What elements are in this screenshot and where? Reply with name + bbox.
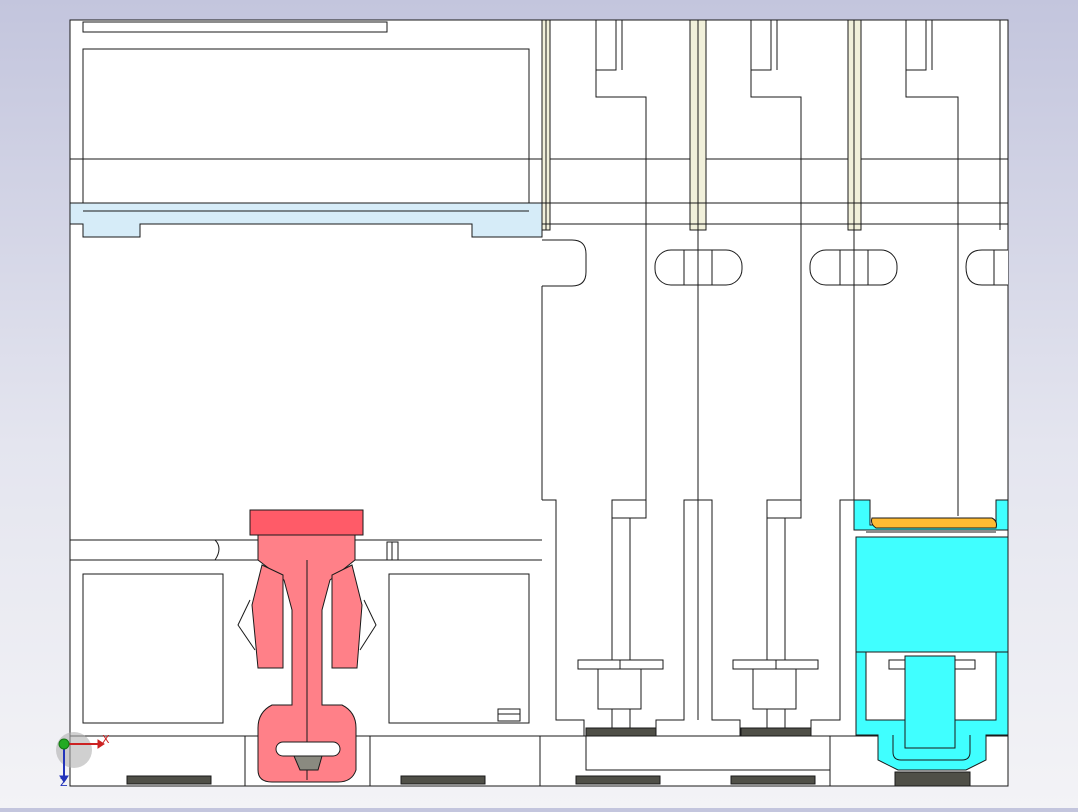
triad-x-label: X — [102, 733, 110, 746]
cad-viewport[interactable]: X Z — [0, 0, 1078, 808]
left-lower-chamber — [82, 573, 224, 724]
base-slot-1 — [126, 775, 212, 785]
cyan-plunger — [904, 655, 956, 749]
base-slot-2 — [400, 775, 486, 785]
module-1-pocket — [542, 239, 587, 287]
orange-contact-plate — [871, 517, 997, 529]
module-1-foot — [597, 668, 642, 710]
top-label-strip — [82, 21, 388, 33]
base-slot-6 — [740, 727, 812, 737]
module-2-foot — [752, 668, 797, 710]
triad-origin-shadow — [56, 732, 92, 768]
cyan-side-tab-right — [954, 659, 976, 670]
center-lower-chamber — [388, 573, 530, 724]
top-window-panel — [82, 48, 530, 212]
base-slot-3 — [575, 775, 661, 785]
red-latch-slot — [275, 741, 341, 757]
cyan-side-tab-left — [888, 659, 906, 670]
cyan-main-body — [855, 536, 1009, 653]
triad-y-point — [58, 738, 70, 750]
red-latch-mechanism — [237, 509, 377, 783]
base-slot-4 — [730, 775, 816, 785]
base-slot-5 — [585, 727, 657, 737]
base-slot-7 — [894, 771, 971, 787]
module-3-edge-pocket — [965, 249, 1008, 286]
small-indicator-tab — [497, 708, 521, 722]
cad-drawing — [56, 19, 1009, 787]
triad-z-label: Z — [60, 776, 68, 789]
red-latch-cap — [249, 509, 364, 536]
cyan-terminal-block — [853, 499, 1009, 771]
